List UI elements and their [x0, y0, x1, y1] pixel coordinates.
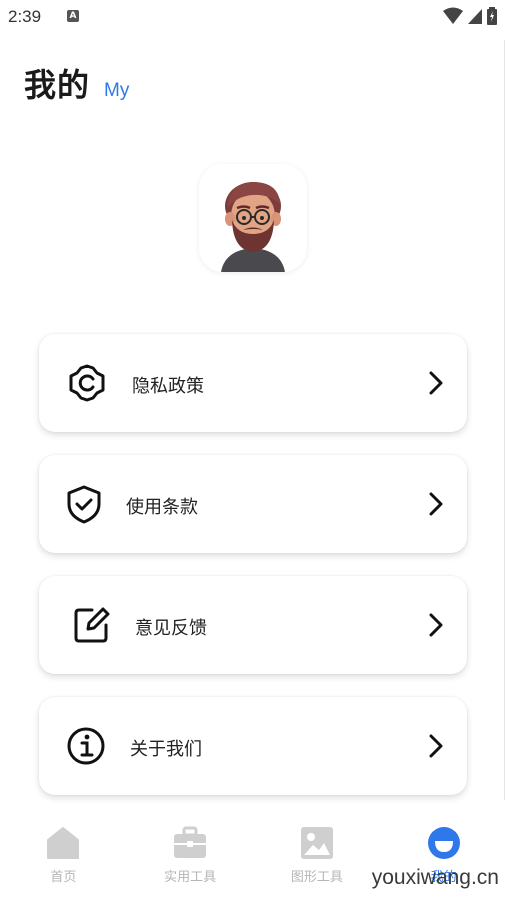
- nav-item-label: 图形工具: [290, 870, 343, 885]
- avatar-illustration-icon: [221, 182, 285, 272]
- signal-icon: [468, 9, 482, 24]
- nav-item-utilities[interactable]: 实用工具: [127, 810, 254, 901]
- smiley-icon: [427, 827, 460, 859]
- menu-item-privacy-policy[interactable]: 隐私政策: [39, 334, 467, 432]
- nav-item-label: 实用工具: [164, 870, 217, 885]
- status-icons: [443, 7, 497, 25]
- menu-item-label: 意见反馈: [135, 618, 207, 639]
- menu-item-label: 使用条款: [126, 497, 198, 518]
- page-subtitle: My: [104, 80, 130, 101]
- menu-item-label: 隐私政策: [132, 376, 204, 397]
- settings-menu: 隐私政策 使用条款 意见反馈 关于我们: [39, 334, 467, 795]
- status-bar: 2:39 A: [0, 0, 507, 34]
- page-title: 我的: [24, 66, 91, 104]
- menu-item-about-us[interactable]: 关于我们: [39, 697, 467, 795]
- chevron-right-icon: [429, 371, 443, 395]
- chevron-right-icon: [429, 492, 443, 516]
- wifi-icon: [443, 7, 463, 24]
- info-circle-icon: [67, 727, 105, 765]
- menu-item-terms-of-use[interactable]: 使用条款: [39, 455, 467, 553]
- image-icon: [300, 827, 333, 859]
- avatar[interactable]: [199, 164, 307, 272]
- settings-gear-icon: [69, 364, 105, 402]
- status-time: 2:39: [8, 7, 42, 26]
- battery-icon: [487, 7, 497, 25]
- watermark-text: youxiwang.cn: [371, 866, 499, 889]
- chevron-right-icon: [429, 734, 443, 758]
- home-icon: [47, 827, 80, 859]
- toolbox-icon: [174, 826, 207, 858]
- notification-app-icon: A: [67, 10, 79, 22]
- chevron-right-icon: [429, 613, 443, 637]
- shield-check-icon: [67, 485, 101, 524]
- page-header: 我的 My: [24, 60, 129, 106]
- menu-item-label: 关于我们: [130, 739, 202, 760]
- edit-square-icon: [74, 607, 110, 643]
- nav-item-home[interactable]: 首页: [0, 810, 127, 901]
- menu-item-feedback[interactable]: 意见反馈: [39, 576, 467, 674]
- nav-item-label: 首页: [50, 870, 77, 885]
- nav-item-graphics[interactable]: 图形工具: [254, 810, 381, 901]
